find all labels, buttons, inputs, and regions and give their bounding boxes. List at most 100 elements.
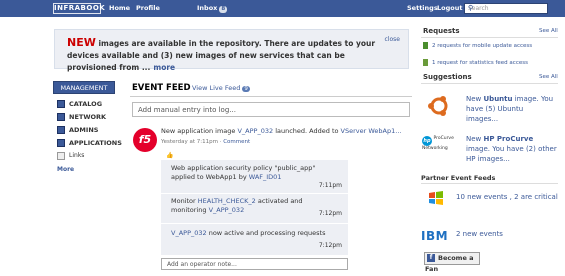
event-feed-title: EVENT FEED [132,83,191,93]
request-label: 2 requests for mobile update access [432,43,533,49]
nav-item-label: Links [69,152,85,159]
nav-item-admins[interactable]: ADMINS [57,123,122,136]
suggestions-title: Suggestions [423,73,472,81]
partner-events: 10 new events [456,193,508,201]
become-a-fan-button[interactable]: f Become a Fan [424,252,480,273]
announcement-body: images are available in the repository. … [67,39,376,72]
post-time: Yesterday at 7:11pm [161,139,218,145]
partner-feeds-title: Partner Event Feeds [421,174,496,182]
nav-item-label: NETWORK [69,112,107,121]
announcement-text: NEW images are available in the reposito… [67,37,397,74]
comment-post: now active and processing requests [206,229,326,237]
sug-highlight: HP ProCurve [483,135,534,143]
top-bar: INFRABOOK Home Profile Inbox 8 Settings L… [0,0,565,17]
search-icon[interactable]: ⚲ [468,4,545,12]
post-prefix: New application image [161,127,238,135]
nav-home[interactable]: Home [109,4,130,12]
applications-icon [57,138,65,147]
operator-note-input[interactable]: Add an operator note... [161,258,348,270]
announcement-new-word: NEW [67,36,96,49]
view-live-feed-link[interactable]: View Live Feed 9 [192,84,250,92]
facebook-icon: f [427,254,435,262]
stats-icon [423,59,428,66]
comment-item: Web application security policy "public_… [161,160,348,194]
suggestion-hp[interactable]: New HP ProCurve image. You have (2) othe… [466,134,558,164]
hp-procurve-logo: hp ProCurve Networking [422,136,458,158]
admins-icon [57,125,65,134]
ubuntu-logo-icon [428,96,448,116]
post-meta: Yesterday at 7:11pm · Comment [161,139,250,145]
nav-item-links[interactable]: Links [57,149,122,162]
live-feed-label: View Live Feed [192,84,241,92]
comment-item: V_APP_032 now active and processing requ… [161,224,348,256]
nav-profile[interactable]: Profile [136,4,160,12]
comment-text: V_APP_032 now active and processing requ… [171,229,339,238]
sug-highlight: Ubuntu [483,95,513,103]
inbox-count-badge: 8 [219,6,228,13]
nav-settings[interactable]: Settings [407,4,438,12]
divider [130,96,412,97]
post-image-link[interactable]: V_APP_032 [237,127,273,135]
announcement-more-link[interactable]: more [153,63,175,72]
inbox-label: Inbox [197,4,218,12]
ibm-logo: IBM [421,229,449,243]
comment-text: Monitor HEALTH_CHECK_2 activated and mon… [171,197,339,215]
windows-logo-icon [429,191,443,205]
nav-item-catalog[interactable]: CATALOG [57,97,122,110]
left-nav-more-link[interactable]: More [57,166,74,173]
hp-logo-icon: hp [422,136,432,146]
nav-item-label: ADMINS [69,125,99,134]
comment-time: 7:12pm [318,242,342,249]
network-icon [57,112,65,121]
divider [421,83,558,84]
comment-link[interactable]: V_APP_032 [171,229,207,237]
management-header[interactable]: MANAGEMENT [53,81,115,94]
catalog-icon [57,99,65,108]
f5-logo-avatar: f5 [133,128,157,152]
comment-link[interactable]: V_APP_032 [209,206,245,214]
feed-post-text: New application image V_APP_032 launched… [161,127,411,136]
announcement-banner: NEW images are available in the reposito… [54,29,409,72]
sug-prefix: New [466,95,484,103]
operator-note-placeholder: Add an operator note... [167,261,237,268]
comment-link[interactable]: WAF_ID01 [249,173,282,181]
nav-inbox[interactable]: Inbox 8 [197,4,228,13]
nav-item-label: CATALOG [69,99,103,108]
links-icon [57,151,65,160]
announcement-close-link[interactable]: close [385,36,400,43]
comment-pre: Monitor [171,197,198,205]
search-input[interactable]: Search ⚲ [464,3,548,14]
left-nav: CATALOG NETWORK ADMINS APPLICATIONS Link… [57,97,122,162]
nav-item-applications[interactable]: APPLICATIONS [57,136,122,149]
nav-item-label: APPLICATIONS [69,138,122,147]
suggestion-ubuntu[interactable]: New Ubuntu image. You have (5) Ubuntu im… [466,94,556,124]
post-target-link[interactable]: VServer WebAp1... [341,127,402,135]
manual-entry-placeholder: Add manual entry into log... [138,106,236,114]
partner-critical: 2 are critical [514,193,558,201]
requests-see-all-link[interactable]: See All [539,28,558,34]
comment-text: Web application security policy "public_… [171,164,339,182]
manual-entry-input[interactable]: Add manual entry into log... [132,102,410,117]
requests-title: Requests [423,27,460,35]
phone-icon [423,42,428,49]
comment-pre: Web application security policy "public_… [171,164,316,181]
sug-prefix: New [466,135,484,143]
live-feed-count: 9 [242,86,250,92]
nav-logout[interactable]: Logout [437,4,462,12]
nav-item-network[interactable]: NETWORK [57,110,122,123]
post-middle: launched. Added to [273,127,341,135]
app-logo[interactable]: INFRABOOK [53,3,105,14]
sug-body: image. You have (2) other HP images... [466,145,557,163]
comment-time: 7:12pm [318,210,342,217]
divider [421,183,558,184]
suggestions-see-all-link[interactable]: See All [539,74,558,80]
comment-link[interactable]: HEALTH_CHECK_2 [198,197,256,205]
like-icon[interactable]: 👍 [166,152,173,159]
partner-feed-ibm[interactable]: 2 new events [456,230,503,238]
post-comment-link[interactable]: Comment [223,139,250,145]
partner-feed-windows[interactable]: 10 new events , 2 are critical [456,193,558,201]
comment-item: Monitor HEALTH_CHECK_2 activated and mon… [161,194,348,224]
comment-time: 7:11pm [318,182,342,189]
request-item[interactable]: 1 request for statistics feed access [423,59,528,66]
request-item[interactable]: 2 requests for mobile update access [423,42,532,49]
